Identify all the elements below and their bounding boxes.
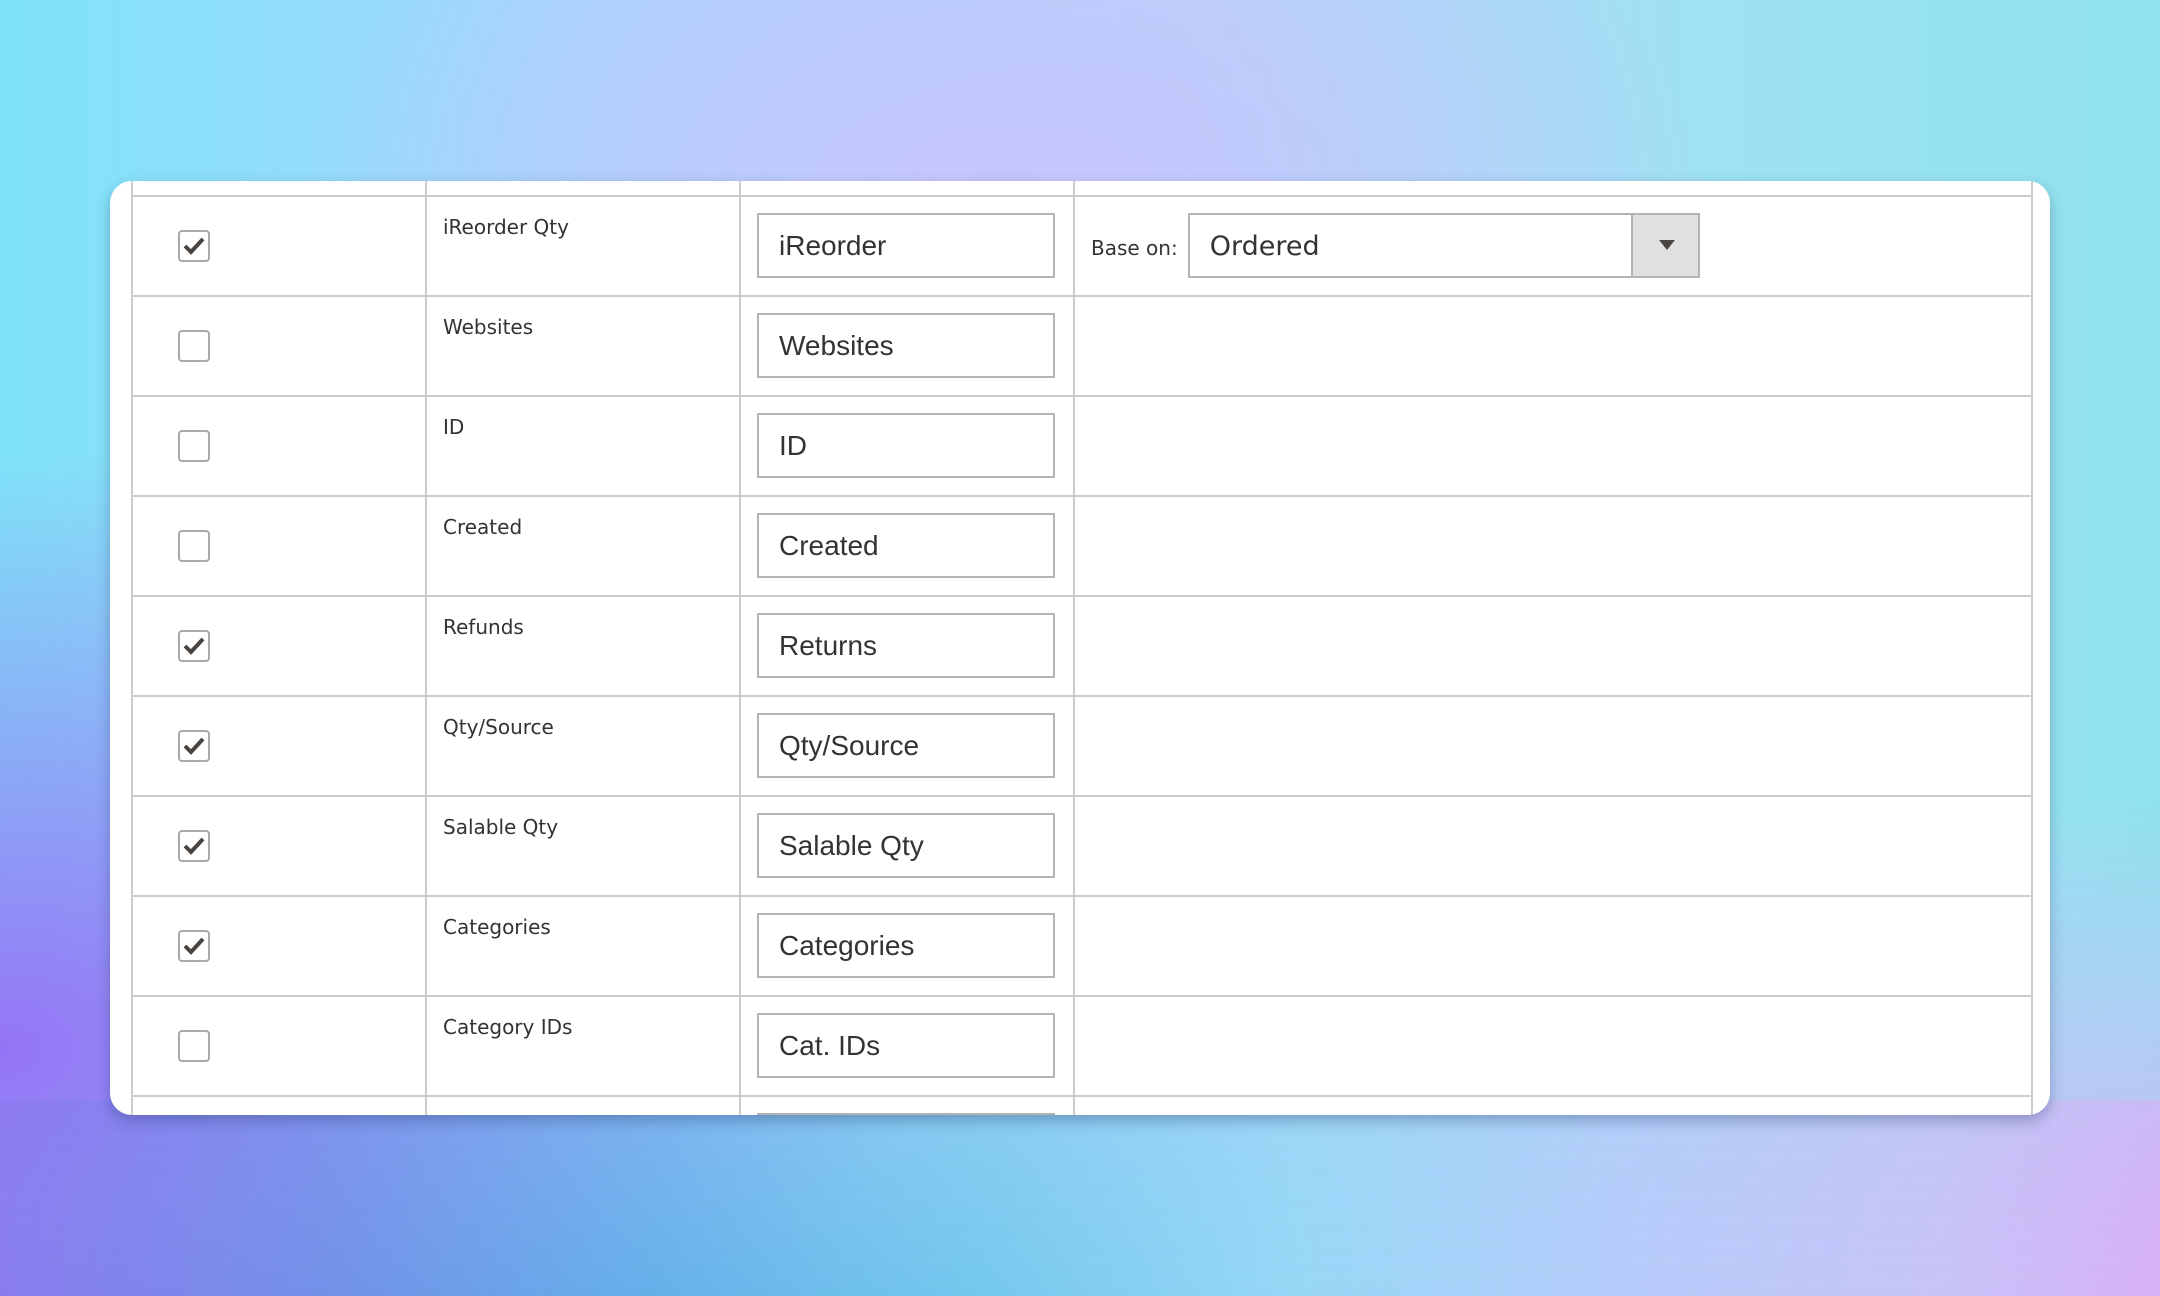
column-visibility-checkbox[interactable]: [178, 530, 210, 562]
column-field-label: Salable Qty: [443, 815, 559, 839]
base-on-selected-value: Ordered: [1209, 231, 1320, 262]
column-title-input[interactable]: [757, 1013, 1055, 1078]
column-visibility-checkbox[interactable]: [178, 430, 210, 462]
column-title-input-partial[interactable]: [757, 1113, 1055, 1115]
column-visibility-checkbox[interactable]: [178, 230, 210, 262]
table-row: Category IDs: [131, 995, 2033, 1097]
column-title-input[interactable]: [757, 313, 1055, 378]
base-on-group: Base on: Ordered: [1091, 213, 1700, 278]
column-visibility-checkbox[interactable]: [178, 830, 210, 862]
column-title-input[interactable]: [757, 413, 1055, 478]
column-field-label: Websites: [443, 315, 534, 339]
column-field-label: Category IDs: [443, 1015, 573, 1039]
table-row: ID: [131, 395, 2033, 497]
table-row: Salable Qty: [131, 795, 2033, 897]
column-title-input[interactable]: [757, 213, 1055, 278]
column-title-input[interactable]: [757, 813, 1055, 878]
table-row: Qty/Source: [131, 695, 2033, 797]
column-visibility-checkbox[interactable]: [178, 330, 210, 362]
column-field-label: iReorder Qty: [443, 215, 569, 239]
checkmark-icon: [183, 737, 205, 755]
column-visibility-checkbox[interactable]: [178, 630, 210, 662]
column-title-input[interactable]: [757, 713, 1055, 778]
column-visibility-checkbox[interactable]: [178, 1030, 210, 1062]
column-field-label: Qty/Source: [443, 715, 554, 739]
table-row-partial-bottom: [131, 1095, 2033, 1115]
base-on-label: Base on:: [1091, 235, 1178, 260]
checkmark-icon: [183, 637, 205, 655]
columns-table: iReorder Qty Base on: Ordered Websites: [131, 181, 2033, 1115]
table-row-partial-top: [131, 181, 2033, 197]
column-field-label: Refunds: [443, 615, 524, 639]
checkmark-icon: [183, 937, 205, 955]
checkmark-icon: [183, 837, 205, 855]
table-row: Refunds: [131, 595, 2033, 697]
table-row: iReorder Qty Base on: Ordered: [131, 195, 2033, 297]
dropdown-button[interactable]: [1630, 215, 1698, 276]
table-row: Created: [131, 495, 2033, 597]
column-visibility-checkbox[interactable]: [178, 730, 210, 762]
base-on-select[interactable]: Ordered: [1187, 213, 1700, 278]
checkmark-icon: [183, 237, 205, 255]
table-row: Categories: [131, 895, 2033, 997]
column-title-input[interactable]: [757, 613, 1055, 678]
column-field-label: Created: [443, 515, 523, 539]
triangle-down-icon: [1658, 240, 1675, 250]
column-title-input[interactable]: [757, 913, 1055, 978]
columns-settings-panel: iReorder Qty Base on: Ordered Websites: [110, 181, 2050, 1115]
background-gradient: [0, 1100, 2160, 1296]
column-title-input[interactable]: [757, 513, 1055, 578]
table-row: Websites: [131, 295, 2033, 397]
column-field-label: Categories: [443, 915, 551, 939]
column-visibility-checkbox[interactable]: [178, 930, 210, 962]
column-field-label: ID: [443, 415, 465, 439]
